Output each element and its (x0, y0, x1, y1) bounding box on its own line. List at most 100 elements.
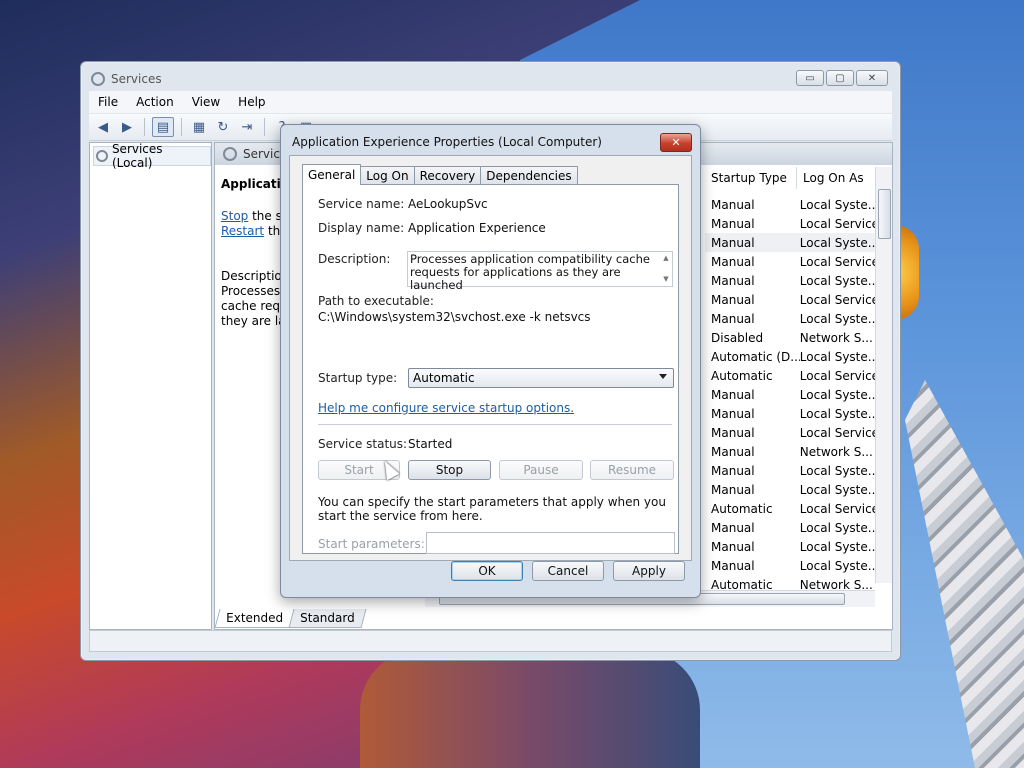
dialog-close-button[interactable]: ✕ (660, 133, 692, 152)
startup-type-cell: Manual (711, 406, 755, 421)
table-row[interactable]: Manual Local Service (705, 423, 877, 442)
ok-button[interactable]: OK (451, 561, 523, 581)
startup-type-label: Startup type: (318, 371, 398, 385)
startup-type-cell: Manual (711, 216, 755, 231)
tab-general[interactable]: General (302, 164, 362, 185)
menu-bar: File Action View Help (89, 91, 892, 113)
log-on-as-cell: Local Syste... (799, 558, 877, 573)
extended-restart-line: Restart the (221, 224, 288, 238)
refresh-icon[interactable]: ↻ (213, 118, 233, 136)
menu-view[interactable]: View (183, 95, 229, 109)
table-row[interactable]: Manual Local Syste... (705, 461, 877, 480)
view-tabs: Extended Standard (214, 609, 367, 629)
start-parameters-label: Start parameters: (318, 537, 425, 551)
services-gear-icon (91, 72, 105, 86)
pause-button[interactable]: Pause (499, 460, 583, 480)
menu-file[interactable]: File (89, 95, 127, 109)
restart-service-link[interactable]: Restart (221, 224, 264, 238)
tab-standard[interactable]: Standard (288, 609, 367, 628)
properties-icon[interactable]: ▦ (189, 118, 209, 136)
table-row[interactable]: Manual Local Syste... (705, 556, 877, 575)
table-row[interactable]: Manual Network S... (705, 442, 877, 461)
startup-type-cell: Manual (711, 197, 755, 212)
close-button[interactable]: ✕ (856, 70, 888, 86)
log-on-as-cell: Local Syste... (799, 406, 877, 421)
toolbar-separator (264, 118, 265, 136)
table-row[interactable]: Manual Local Syste... (705, 195, 877, 214)
column-header-log-on-as[interactable]: Log On As (797, 167, 877, 189)
startup-type-cell: Manual (711, 520, 755, 535)
stop-service-link[interactable]: Stop (221, 209, 248, 223)
chevron-down-icon (659, 374, 667, 379)
resume-button[interactable]: Resume (590, 460, 674, 480)
tab-recovery[interactable]: Recovery (413, 166, 482, 185)
dialog-body: General Log On Recovery Dependencies Ser… (289, 155, 692, 561)
minimize-button[interactable]: ▭ (796, 70, 824, 86)
export-list-icon[interactable]: ⇥ (237, 118, 257, 136)
close-icon: ✕ (867, 72, 877, 84)
caption-buttons: ▭ ▢ ✕ (796, 70, 888, 86)
start-parameters-input[interactable] (426, 532, 675, 554)
log-on-as-cell: Local Syste... (799, 387, 877, 402)
table-row[interactable]: Automatic (D... Local Syste... (705, 347, 877, 366)
apply-button[interactable]: Apply (613, 561, 685, 581)
stop-button[interactable]: Stop (408, 460, 491, 480)
table-row[interactable]: Manual Local Syste... (705, 233, 877, 252)
help-configure-link[interactable]: Help me configure service startup option… (318, 401, 574, 415)
log-on-as-cell: Local Syste... (799, 273, 877, 288)
table-row[interactable]: Manual Local Service (705, 214, 877, 233)
startup-type-value: Automatic (413, 371, 475, 385)
back-arrow-icon[interactable]: ◀ (93, 118, 113, 136)
main-pane-title: Servic (243, 147, 280, 161)
description-scrollbar[interactable]: ▲ ▼ (660, 252, 672, 286)
tab-extended[interactable]: Extended (214, 609, 295, 628)
menu-help[interactable]: Help (229, 95, 274, 109)
startup-type-cell: Manual (711, 311, 755, 326)
vertical-scrollbar[interactable] (875, 167, 892, 583)
start-params-note: You can specify the start parameters tha… (318, 495, 666, 523)
show-hide-console-tree-icon[interactable]: ▤ (152, 117, 174, 137)
tab-log-on[interactable]: Log On (360, 166, 415, 185)
scroll-up-icon[interactable]: ▲ (663, 252, 668, 265)
wallpaper-tower (905, 380, 1024, 768)
description-box[interactable]: Processes application compatibility cach… (407, 251, 673, 292)
forward-arrow-icon[interactable]: ▶ (117, 118, 137, 136)
table-row[interactable]: Automatic Local Service (705, 499, 877, 518)
log-on-as-cell: Local Syste... (799, 311, 877, 326)
log-on-as-cell: Local Service (799, 368, 877, 383)
scroll-down-icon[interactable]: ▼ (663, 273, 668, 286)
table-row[interactable]: Disabled Network S... (705, 328, 877, 347)
tree-item-services-local[interactable]: Services (Local) (93, 142, 211, 170)
table-row[interactable]: Automatic Local Service (705, 366, 877, 385)
startup-type-cell: Manual (711, 387, 755, 402)
startup-type-cell: Manual (711, 235, 755, 250)
table-row[interactable]: Manual Local Syste... (705, 537, 877, 556)
startup-type-select[interactable]: Automatic (408, 368, 674, 388)
service-status-label: Service status: (318, 437, 408, 451)
menu-action[interactable]: Action (127, 95, 183, 109)
vertical-scroll-thumb[interactable] (878, 189, 891, 239)
tab-dependencies[interactable]: Dependencies (480, 166, 578, 185)
table-row[interactable]: Manual Local Syste... (705, 271, 877, 290)
table-row[interactable]: Manual Local Syste... (705, 480, 877, 499)
table-row[interactable]: Manual Local Syste... (705, 518, 877, 537)
toolbar-separator (181, 118, 182, 136)
maximize-button[interactable]: ▢ (826, 70, 854, 86)
log-on-as-cell: Local Syste... (799, 349, 877, 364)
window-titlebar[interactable]: Services (91, 70, 162, 88)
table-row[interactable]: Manual Local Syste... (705, 404, 877, 423)
column-header-startup-type[interactable]: Startup Type (705, 167, 797, 189)
tab-standard-label: Standard (300, 611, 355, 625)
divider (318, 424, 672, 425)
cancel-button[interactable]: Cancel (532, 561, 604, 581)
log-on-as-cell: Local Syste... (799, 539, 877, 554)
table-row[interactable]: Manual Local Syste... (705, 385, 877, 404)
path-label: Path to executable: (318, 294, 434, 308)
table-row[interactable]: Manual Local Service (705, 252, 877, 271)
path-value: C:\Windows\system32\svchost.exe -k netsv… (318, 310, 591, 324)
tab-extended-label: Extended (226, 611, 284, 625)
status-bar (89, 630, 892, 652)
table-row[interactable]: Manual Local Service (705, 290, 877, 309)
log-on-as-cell: Local Syste... (799, 463, 877, 478)
table-row[interactable]: Manual Local Syste... (705, 309, 877, 328)
